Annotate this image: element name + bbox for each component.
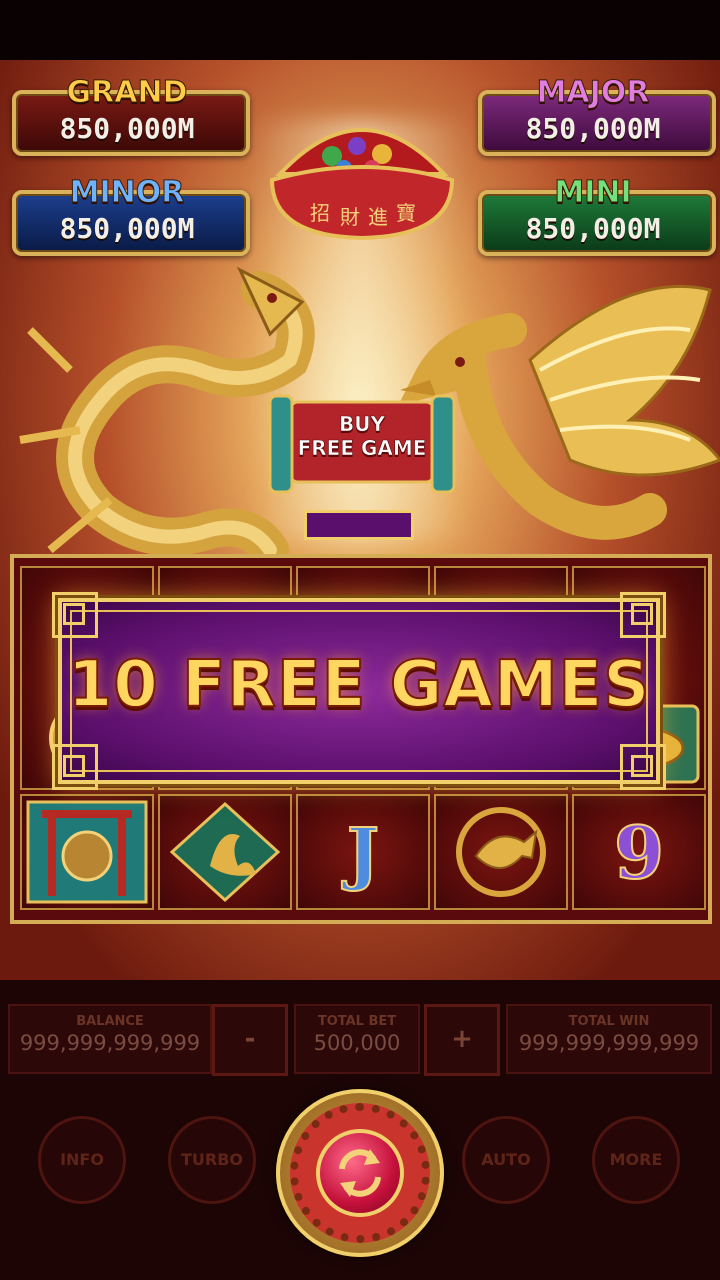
- total-bet-value: 500,000: [313, 1031, 401, 1055]
- spin-core: [316, 1129, 404, 1217]
- jackpot-minor-label: MINOR: [69, 175, 185, 210]
- phoenix-icon: [169, 801, 281, 903]
- free-game-label: FREE GAME: [297, 436, 427, 461]
- fret-corner-icon: [52, 592, 98, 638]
- free-games-banner: 10 FREE GAMES: [52, 592, 666, 790]
- jackpot-major: MAJOR 850,000M: [478, 75, 716, 156]
- total-bet-label: TOTAL BET: [317, 1014, 397, 1029]
- jackpot-mini-amount: 850,000M: [525, 212, 661, 245]
- decrease-bet-button[interactable]: -: [212, 1004, 288, 1076]
- nine-symbol: 9: [613, 809, 665, 896]
- total-bet-panel: TOTAL BET 500,000: [294, 1004, 420, 1074]
- total-win-value: 999,999,999,999: [518, 1031, 700, 1055]
- reel-cell: J: [296, 794, 430, 910]
- buy-label: BUY: [339, 412, 386, 437]
- banner-top-ornament: [304, 510, 414, 540]
- jackpot-grand-label: GRAND: [66, 75, 188, 110]
- balance-value: 999,999,999,999: [19, 1031, 201, 1055]
- fret-corner-icon: [52, 744, 98, 790]
- jackpot-mini: MINI 850,000M: [478, 175, 716, 256]
- jackpot-minor-amount: 850,000M: [59, 212, 195, 245]
- jackpot-minor: MINOR 850,000M: [12, 175, 250, 256]
- bowl-char-2: 財: [340, 205, 360, 229]
- gong-icon: [26, 800, 148, 904]
- increase-bet-button[interactable]: +: [424, 1004, 500, 1076]
- balance-panel: BALANCE 999,999,999,999: [8, 1004, 212, 1074]
- treasure-bowl-icon: 招 財 進 寶: [269, 128, 455, 241]
- total-win-label: TOTAL WIN: [568, 1014, 650, 1029]
- balance-label: BALANCE: [76, 1014, 144, 1029]
- reel-cell: [20, 794, 154, 910]
- fret-corner-icon: [620, 592, 666, 638]
- jackpot-grand-amount: 850,000M: [59, 112, 195, 145]
- game-scene: GRAND 850,000M MAJOR 850,000M MINOR 850,…: [0, 60, 720, 980]
- reel-cell: 9: [572, 794, 706, 910]
- j-symbol: J: [346, 813, 380, 895]
- bowl-char-3: 進: [368, 205, 388, 229]
- buy-free-game-button[interactable]: BUY FREE GAME: [262, 390, 462, 500]
- jackpot-major-label: MAJOR: [536, 75, 650, 110]
- reel-cell: [434, 794, 568, 910]
- bowl-char-1: 招: [310, 201, 330, 225]
- auto-button[interactable]: AUTO: [462, 1116, 550, 1204]
- jackpot-major-amount: 850,000M: [525, 112, 661, 145]
- more-button[interactable]: MORE: [592, 1116, 680, 1204]
- fret-corner-icon: [620, 744, 666, 790]
- turbo-button[interactable]: TURBO: [168, 1116, 256, 1204]
- jackpot-mini-label: MINI: [554, 175, 632, 210]
- spin-button[interactable]: [276, 1089, 444, 1257]
- bowl-char-4: 寶: [396, 201, 416, 225]
- refresh-arrows-icon: [339, 1149, 381, 1197]
- total-win-panel: TOTAL WIN 999,999,999,999: [506, 1004, 712, 1074]
- reel-cell: [158, 794, 292, 910]
- koi-fish-icon: [456, 807, 546, 897]
- jackpot-grand: GRAND 850,000M: [12, 75, 250, 156]
- top-letterbox: [0, 0, 720, 60]
- info-button[interactable]: INFO: [38, 1116, 126, 1204]
- free-games-text: 10 FREE GAMES: [67, 647, 651, 723]
